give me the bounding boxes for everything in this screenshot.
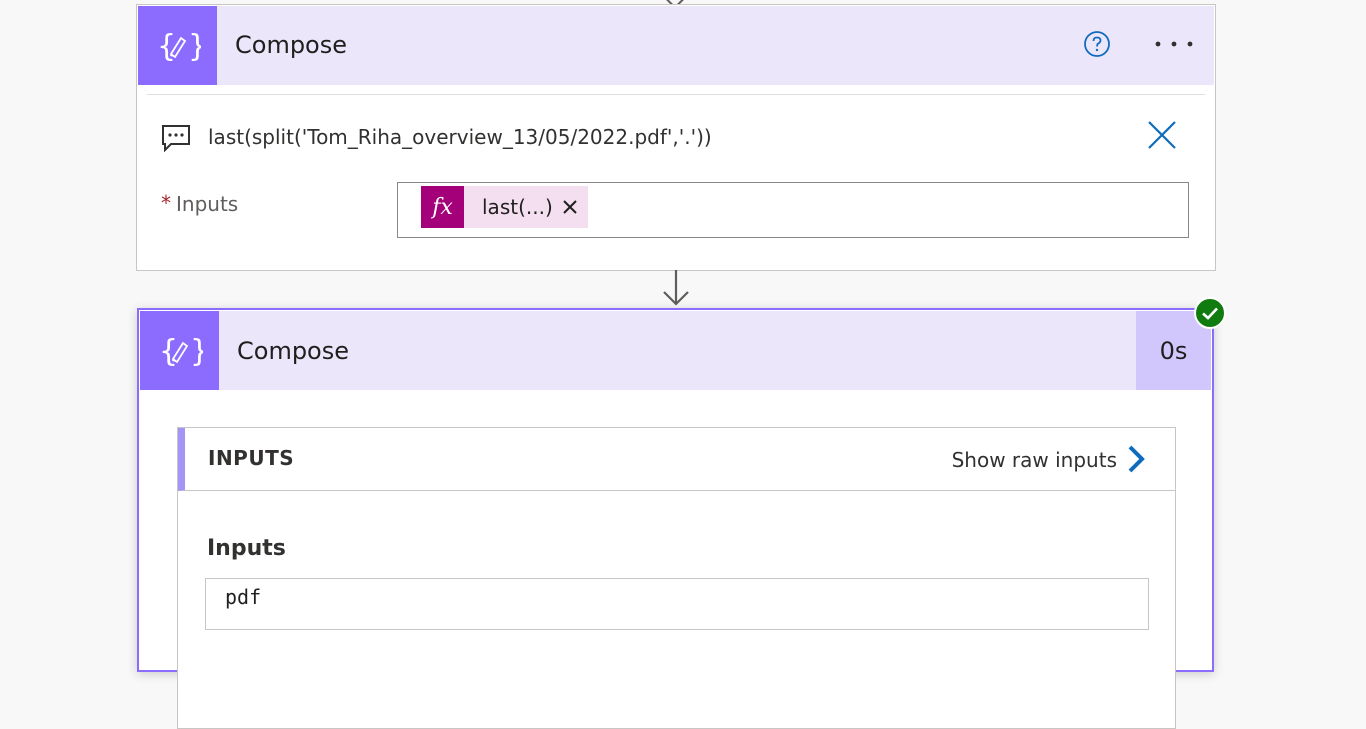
compose-icon: { } [140, 311, 219, 390]
svg-text:{: { [157, 29, 176, 64]
connector-arrow [663, 270, 689, 306]
compose-icon: { } [138, 6, 217, 85]
action-title[interactable]: Compose [235, 31, 347, 59]
chevron-right-icon[interactable] [1127, 444, 1145, 474]
compose-action-card-edit: { } Compose last(split('Tom_Riha_overvie… [136, 4, 1216, 271]
fx-icon: fx [421, 186, 464, 228]
svg-text:{: { [159, 334, 178, 369]
show-raw-inputs-link[interactable]: Show raw inputs [952, 448, 1117, 472]
action-title[interactable]: Compose [237, 337, 349, 365]
inputs-field-label: Inputs [207, 536, 286, 561]
comment-icon [162, 125, 190, 152]
close-icon[interactable] [1147, 120, 1177, 150]
more-options-icon[interactable] [1154, 36, 1194, 52]
success-check-icon [1194, 297, 1226, 329]
compose-action-card-run: { } Compose 0s INPUTS Show raw inputs In… [137, 308, 1214, 729]
inputs-panel-header: INPUTS Show raw inputs [178, 428, 1175, 491]
help-icon[interactable] [1084, 31, 1110, 57]
inputs-section-title: INPUTS [208, 446, 295, 470]
inputs-value: pdf [225, 585, 262, 609]
action-header[interactable]: { } Compose 0s [140, 311, 1211, 390]
token-label: last(...) [482, 195, 553, 219]
inputs-panel: INPUTS Show raw inputs Inputs pdf [177, 427, 1176, 729]
inputs-field[interactable]: fx last(...) [397, 182, 1189, 238]
expression-preview: last(split('Tom_Riha_overview_13/05/2022… [208, 125, 712, 149]
svg-text:}: } [188, 29, 201, 64]
remove-token-icon[interactable] [561, 198, 579, 216]
inputs-value-box: pdf [205, 578, 1149, 630]
required-marker: * [161, 191, 171, 215]
divider [147, 94, 1205, 95]
inputs-label: Inputs [176, 192, 239, 216]
svg-text:}: } [190, 334, 203, 369]
action-header[interactable]: { } Compose [138, 6, 1214, 85]
expression-token[interactable]: fx last(...) [421, 186, 588, 228]
